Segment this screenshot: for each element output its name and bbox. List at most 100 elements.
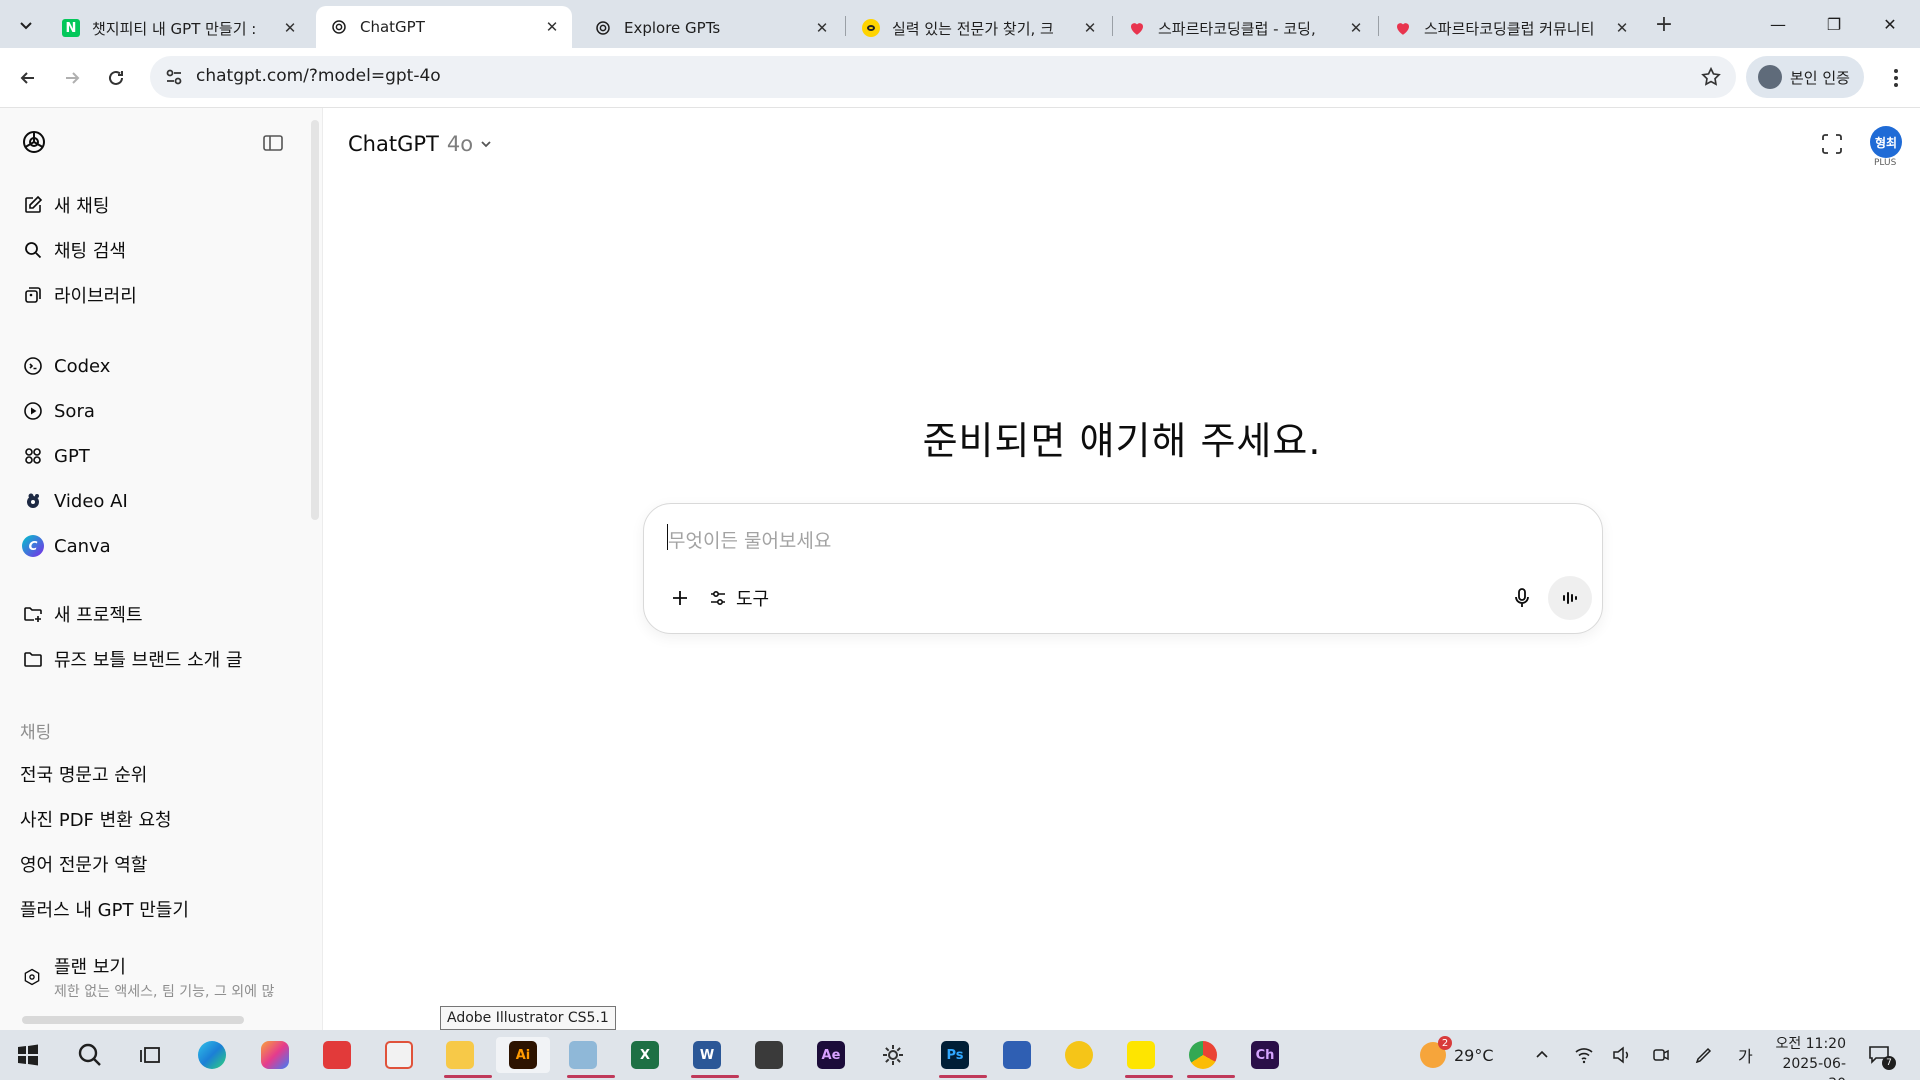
naver-icon: N: [62, 19, 80, 37]
tab-sparta-coding[interactable]: 스파르타코딩클럽 - 코딩, ✕: [1114, 8, 1376, 48]
chat-item[interactable]: 영어 전문가 역할: [10, 844, 300, 884]
start-button[interactable]: [8, 1037, 48, 1073]
openai-icon: [330, 18, 348, 36]
pinned-app-4[interactable]: [997, 1037, 1037, 1073]
volume-control[interactable]: [1612, 1030, 1632, 1080]
close-tab-icon[interactable]: ✕: [280, 18, 300, 38]
file-explorer-app[interactable]: [440, 1037, 492, 1078]
pinned-app-1[interactable]: [317, 1037, 357, 1073]
character-animator-app[interactable]: Ch: [1245, 1037, 1285, 1073]
notification-center[interactable]: 7: [1868, 1030, 1896, 1080]
taskbar-tooltip: Adobe Illustrator CS5.1: [440, 1006, 616, 1030]
welcome-headline: 준비되면 얘기해 주세요.: [922, 419, 1322, 463]
app-document-icon: [385, 1041, 413, 1069]
user-avatar[interactable]: 형최: [1870, 126, 1902, 158]
site-settings-icon[interactable]: [164, 67, 184, 87]
tab-kmong[interactable]: 실력 있는 전문가 찾기, 크 ✕: [848, 8, 1110, 48]
new-tab-button[interactable]: +: [1650, 10, 1678, 38]
task-view-button[interactable]: [130, 1037, 170, 1073]
chrome-app[interactable]: [1183, 1037, 1235, 1078]
close-tab-icon[interactable]: ✕: [1080, 18, 1100, 38]
forward-button[interactable]: [56, 62, 88, 94]
close-tab-icon[interactable]: ✕: [542, 17, 562, 37]
sidebar-toggle-icon[interactable]: [262, 132, 284, 154]
network-status[interactable]: [1574, 1030, 1594, 1080]
openai-logo-icon[interactable]: [20, 128, 48, 156]
composer-placeholder[interactable]: 무엇이든 물어보세요: [668, 526, 831, 553]
chat-item[interactable]: 전국 명문고 순위: [10, 754, 300, 794]
word-app[interactable]: W: [687, 1037, 739, 1078]
system-clock[interactable]: 오전 11:20 2025-06-30: [1770, 1034, 1846, 1080]
pinned-app-2[interactable]: [379, 1037, 419, 1073]
attach-button[interactable]: [664, 582, 696, 614]
sidebar-item-search-chats[interactable]: 채팅 검색: [10, 230, 300, 270]
browser-toolbar: chatgpt.com/?model=gpt-4o 본인 인증: [0, 48, 1920, 108]
identity-verify-button[interactable]: 본인 인증: [1746, 56, 1864, 98]
character-animator-icon: Ch: [1251, 1041, 1279, 1069]
close-tab-icon[interactable]: ✕: [1612, 18, 1632, 38]
tab-search-button[interactable]: [10, 9, 42, 41]
input-method[interactable]: 가: [1738, 1030, 1753, 1080]
back-button[interactable]: [12, 62, 44, 94]
dictate-button[interactable]: [1506, 582, 1538, 614]
tab-naver-gpt[interactable]: N 챗지피티 내 GPT 만들기 : ✕: [48, 8, 310, 48]
edge-app[interactable]: [192, 1037, 232, 1073]
view-plans-button[interactable]: 플랜 보기 제한 없는 액세스, 팀 기능, 그 외에 많: [10, 946, 310, 1008]
tab-sparta-community[interactable]: 스파르타코딩클럽 커뮤니티 ✕: [1380, 8, 1642, 48]
app-yellow-icon: [1065, 1041, 1093, 1069]
sidebar-item-new-project[interactable]: 새 프로젝트: [10, 594, 300, 634]
pinned-app-5[interactable]: [1059, 1037, 1099, 1073]
pen-icon: [1695, 1047, 1712, 1064]
sidebar-item-gpt[interactable]: GPT: [10, 436, 300, 476]
sidebar-item-video-ai[interactable]: Video AI: [10, 481, 300, 521]
reload-button[interactable]: [100, 62, 132, 94]
sidebar-item-canva[interactable]: C Canva: [10, 526, 300, 566]
settings-app[interactable]: [873, 1037, 913, 1073]
restore-button[interactable]: ❐: [1806, 0, 1862, 48]
chat-item[interactable]: 사진 PDF 변환 요청: [10, 799, 300, 839]
illustrator-app[interactable]: Ai: [496, 1037, 550, 1073]
pen-workspace[interactable]: [1694, 1030, 1714, 1080]
chat-item[interactable]: 플러스 내 GPT 만들기: [10, 889, 300, 929]
minimize-button[interactable]: —: [1750, 0, 1806, 48]
tab-chatgpt[interactable]: ChatGPT ✕: [316, 6, 572, 48]
message-composer[interactable]: 무엇이든 물어보세요 도구: [643, 503, 1603, 634]
tab-explore-gpts[interactable]: Explore GPTs ✕: [580, 8, 842, 48]
model-selector[interactable]: ChatGPT 4o: [348, 128, 493, 160]
temporary-chat-icon[interactable]: [1818, 130, 1846, 158]
kakaotalk-app[interactable]: [1121, 1037, 1173, 1078]
new-chat-icon: [22, 194, 44, 216]
folder-icon: [22, 648, 44, 670]
sidebar-item-library[interactable]: 라이브러리: [10, 275, 300, 315]
after-effects-app[interactable]: Ae: [811, 1037, 851, 1073]
show-hidden-icons[interactable]: [1534, 1030, 1550, 1080]
sidebar-item-sora[interactable]: Sora: [10, 391, 300, 431]
excel-app[interactable]: X: [625, 1037, 665, 1073]
running-indicator: [567, 1075, 615, 1078]
url-text[interactable]: chatgpt.com/?model=gpt-4o: [196, 66, 441, 86]
voice-mode-button[interactable]: [1548, 576, 1592, 620]
sidebar-scrollbar[interactable]: [311, 120, 319, 520]
sparta-icon: [1128, 19, 1146, 37]
close-window-button[interactable]: ✕: [1862, 0, 1918, 48]
browser-menu-button[interactable]: [1880, 62, 1912, 94]
reload-icon: [109, 70, 123, 85]
pinned-app-3[interactable]: [563, 1037, 615, 1078]
bookmark-star-icon[interactable]: [1700, 66, 1722, 88]
sidebar-item-new-chat[interactable]: 새 채팅: [10, 185, 300, 225]
close-tab-icon[interactable]: ✕: [1346, 18, 1366, 38]
sidebar-item-project-muse-bottle[interactable]: 뮤즈 보틀 브랜드 소개 글: [10, 639, 300, 679]
address-bar[interactable]: chatgpt.com/?model=gpt-4o: [150, 56, 1736, 98]
after-effects-icon: Ae: [817, 1041, 845, 1069]
word-icon: W: [693, 1041, 721, 1069]
copilot-app[interactable]: [255, 1037, 295, 1073]
weather-widget[interactable]: 2 29°C: [1420, 1030, 1494, 1080]
tools-button[interactable]: 도구: [708, 582, 769, 614]
photoshop-app[interactable]: Ps: [935, 1037, 987, 1078]
calculator-app[interactable]: [749, 1037, 789, 1073]
sidebar-item-codex[interactable]: Codex: [10, 346, 300, 386]
taskbar-search-button[interactable]: [70, 1037, 110, 1073]
meet-now[interactable]: [1652, 1030, 1670, 1080]
sidebar-horizontal-scrollbar[interactable]: [22, 1016, 244, 1024]
close-tab-icon[interactable]: ✕: [812, 18, 832, 38]
